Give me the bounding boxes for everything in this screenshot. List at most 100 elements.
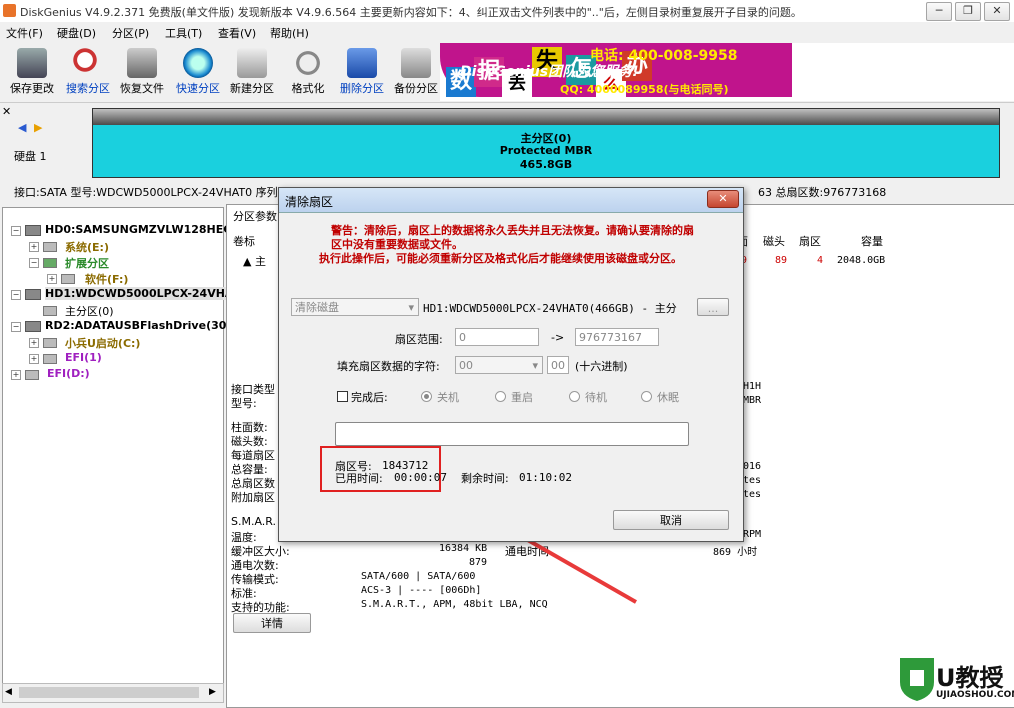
tree-item-hd0[interactable]: HD0:SAMSUNGMZVLW128HEGR-0 — [45, 223, 253, 236]
tree-expander[interactable]: + — [29, 242, 39, 252]
promo-banner[interactable]: 数 据 丢 失 怎 么 办 DiskGenius团队为您服务! 电话: 400-… — [440, 43, 1014, 101]
next-disk-icon[interactable]: ▶ — [34, 121, 42, 134]
menu-file[interactable]: 文件(F) — [6, 25, 43, 41]
tree-expander[interactable]: − — [29, 258, 39, 268]
after-done-checkbox[interactable] — [337, 391, 348, 402]
tree-expander[interactable]: − — [11, 226, 21, 236]
tree-expander[interactable]: + — [29, 354, 39, 364]
partition-graphic[interactable]: 主分区(0) Protected MBR 465.8GB — [92, 108, 1000, 178]
tree-item-efid[interactable]: EFI(D:) — [47, 367, 90, 380]
partition-icon — [43, 258, 57, 268]
value-capacity-tail: 016 — [743, 461, 762, 472]
tab-partition-params[interactable]: 分区参数 — [233, 208, 277, 224]
tree-item-primary[interactable]: 主分区(0) — [65, 303, 114, 319]
new-partition-button[interactable]: 新建分区 — [226, 48, 278, 96]
tree-item-hd1[interactable]: HD1:WDCWD5000LPCX-24VHAT0 — [45, 287, 248, 300]
quick-partition-button[interactable]: 快速分区 — [172, 48, 224, 96]
tree-expander[interactable]: + — [11, 370, 21, 380]
fill-hex-input[interactable]: 00 — [547, 356, 569, 374]
progress-bar — [335, 422, 689, 446]
format-button[interactable]: 格式化 — [282, 48, 334, 96]
browse-button[interactable]: ... — [697, 298, 729, 316]
prev-disk-icon[interactable]: ◀ — [18, 121, 26, 134]
partition-icon — [61, 274, 75, 284]
target-disk-label: HD1:WDCWD5000LPCX-24VHAT0(466GB) - 主分 — [423, 302, 677, 315]
tree-item-system[interactable]: 系统(E:) — [65, 239, 109, 255]
dialog-title-bar: 清除扇区 ✕ — [279, 188, 743, 213]
disk-info-left: 接口:SATA 型号:WDCWD5000LPCX-24VHAT0 序列号 — [14, 186, 289, 199]
scroll-left-icon[interactable]: ◀ — [5, 687, 12, 697]
menu-disk[interactable]: 硬盘(D) — [57, 25, 96, 41]
label-model: 型号: — [231, 397, 257, 410]
format-icon — [293, 48, 323, 78]
value-model-tail: MBR — [743, 395, 762, 406]
radio-restart[interactable] — [495, 391, 506, 402]
wipe-mode-select[interactable]: 清除磁盘 ▾ — [291, 298, 419, 316]
range-to-input[interactable]: 976773167 — [575, 328, 659, 346]
save-icon — [17, 48, 47, 78]
shield-icon — [900, 658, 934, 701]
tree-item-rd2[interactable]: RD2:ADATAUSBFlashDrive(30 — [45, 319, 226, 332]
tree-expander[interactable]: − — [11, 290, 21, 300]
menu-view[interactable]: 查看(V) — [218, 25, 256, 41]
radio-shutdown-label: 关机 — [437, 391, 459, 404]
restore-files-button[interactable]: 恢复文件 — [116, 48, 168, 96]
disk-info-right: 63 总扇区数:976773168 — [758, 186, 887, 199]
partition-icon — [43, 242, 57, 252]
col-capacity: 容量 — [861, 235, 883, 248]
dialog-close-button[interactable]: ✕ — [707, 190, 739, 208]
tree-expander[interactable]: + — [29, 338, 39, 348]
menu-help[interactable]: 帮助(H) — [270, 25, 309, 41]
promo-phone: 电话: 400-008-9958 — [590, 48, 738, 64]
radio-standby[interactable] — [569, 391, 580, 402]
partition-icon — [43, 306, 57, 316]
close-button[interactable]: ✕ — [984, 2, 1010, 21]
fill-char-select[interactable]: 00 ▾ — [455, 356, 543, 374]
range-from-input[interactable]: 0 — [455, 328, 539, 346]
remaining-label: 剩余时间: — [461, 472, 509, 485]
watermark-logo: U教授 UJIAOSHOU.COM — [896, 656, 1014, 706]
range-arrow: -> — [551, 331, 565, 344]
details-button[interactable]: 详情 — [233, 613, 311, 633]
title-bar: DiskGenius V4.9.2.371 免费版(单文件版) 发现新版本 V4… — [0, 0, 1014, 23]
new-partition-icon — [237, 48, 267, 78]
search-partition-button[interactable]: 搜索分区 — [62, 48, 114, 96]
tree-item-xiaobing[interactable]: 小兵U启动(C:) — [65, 335, 140, 351]
scroll-thumb[interactable] — [19, 687, 199, 698]
value-interface-tail: H1H — [743, 381, 762, 392]
backup-partition-button[interactable]: 备份分区 — [390, 48, 442, 96]
maximize-button[interactable]: ❐ — [955, 2, 981, 21]
minimize-button[interactable]: ─ — [926, 2, 952, 21]
tree-item-efi1[interactable]: EFI(1) — [65, 351, 102, 364]
scroll-right-icon[interactable]: ▶ — [209, 687, 216, 697]
warning-line-3: 执行此操作后，可能必须重新分区及格式化后才能继续使用该磁盘或分区。 — [319, 252, 682, 265]
tree-item-extended[interactable]: 扩展分区 — [65, 255, 109, 271]
row-head: 89 — [775, 255, 788, 266]
partition-fs: Protected MBR — [499, 144, 593, 157]
delete-partition-button[interactable]: 删除分区 — [336, 48, 388, 96]
tree-expander[interactable]: − — [11, 322, 21, 332]
menu-bar: 文件(F) 硬盘(D) 分区(P) 工具(T) 查看(V) 帮助(H) — [0, 22, 1014, 41]
disk-tree: − HD0:SAMSUNGMZVLW128HEGR-0 + 系统(E:) − 扩… — [2, 207, 253, 685]
menu-partition[interactable]: 分区(P) — [112, 25, 149, 41]
sector-range-label: 扇区范围: — [395, 333, 443, 346]
radio-hibernate[interactable] — [641, 391, 652, 402]
cancel-button[interactable]: 取消 — [613, 510, 729, 530]
promo-box: DiskGenius团队为您服务! 电话: 400-008-9958 QQ: 4… — [440, 43, 792, 97]
after-done-label: 完成后: — [351, 391, 388, 404]
dialog-title: 清除扇区 — [285, 195, 334, 209]
radio-restart-label: 重启 — [511, 391, 533, 404]
remaining-value: 01:10:02 — [519, 471, 572, 484]
tree-item-software[interactable]: 软件(F:) — [85, 271, 128, 287]
close-panel-icon[interactable]: ✕ — [2, 105, 11, 118]
chevron-down-icon: ▾ — [408, 301, 414, 314]
app-icon — [3, 4, 16, 17]
tree-scrollbar[interactable]: ◀ ▶ — [2, 683, 224, 703]
fill-char-label: 填充扇区数据的字符: — [337, 360, 440, 373]
menu-tools[interactable]: 工具(T) — [165, 25, 202, 41]
tree-expander[interactable]: + — [47, 274, 57, 284]
save-changes-button[interactable]: 保存更改 — [6, 48, 58, 96]
hex-note: (十六进制) — [575, 360, 628, 373]
partition-size: 465.8GB — [519, 158, 573, 171]
radio-shutdown[interactable] — [421, 391, 432, 402]
